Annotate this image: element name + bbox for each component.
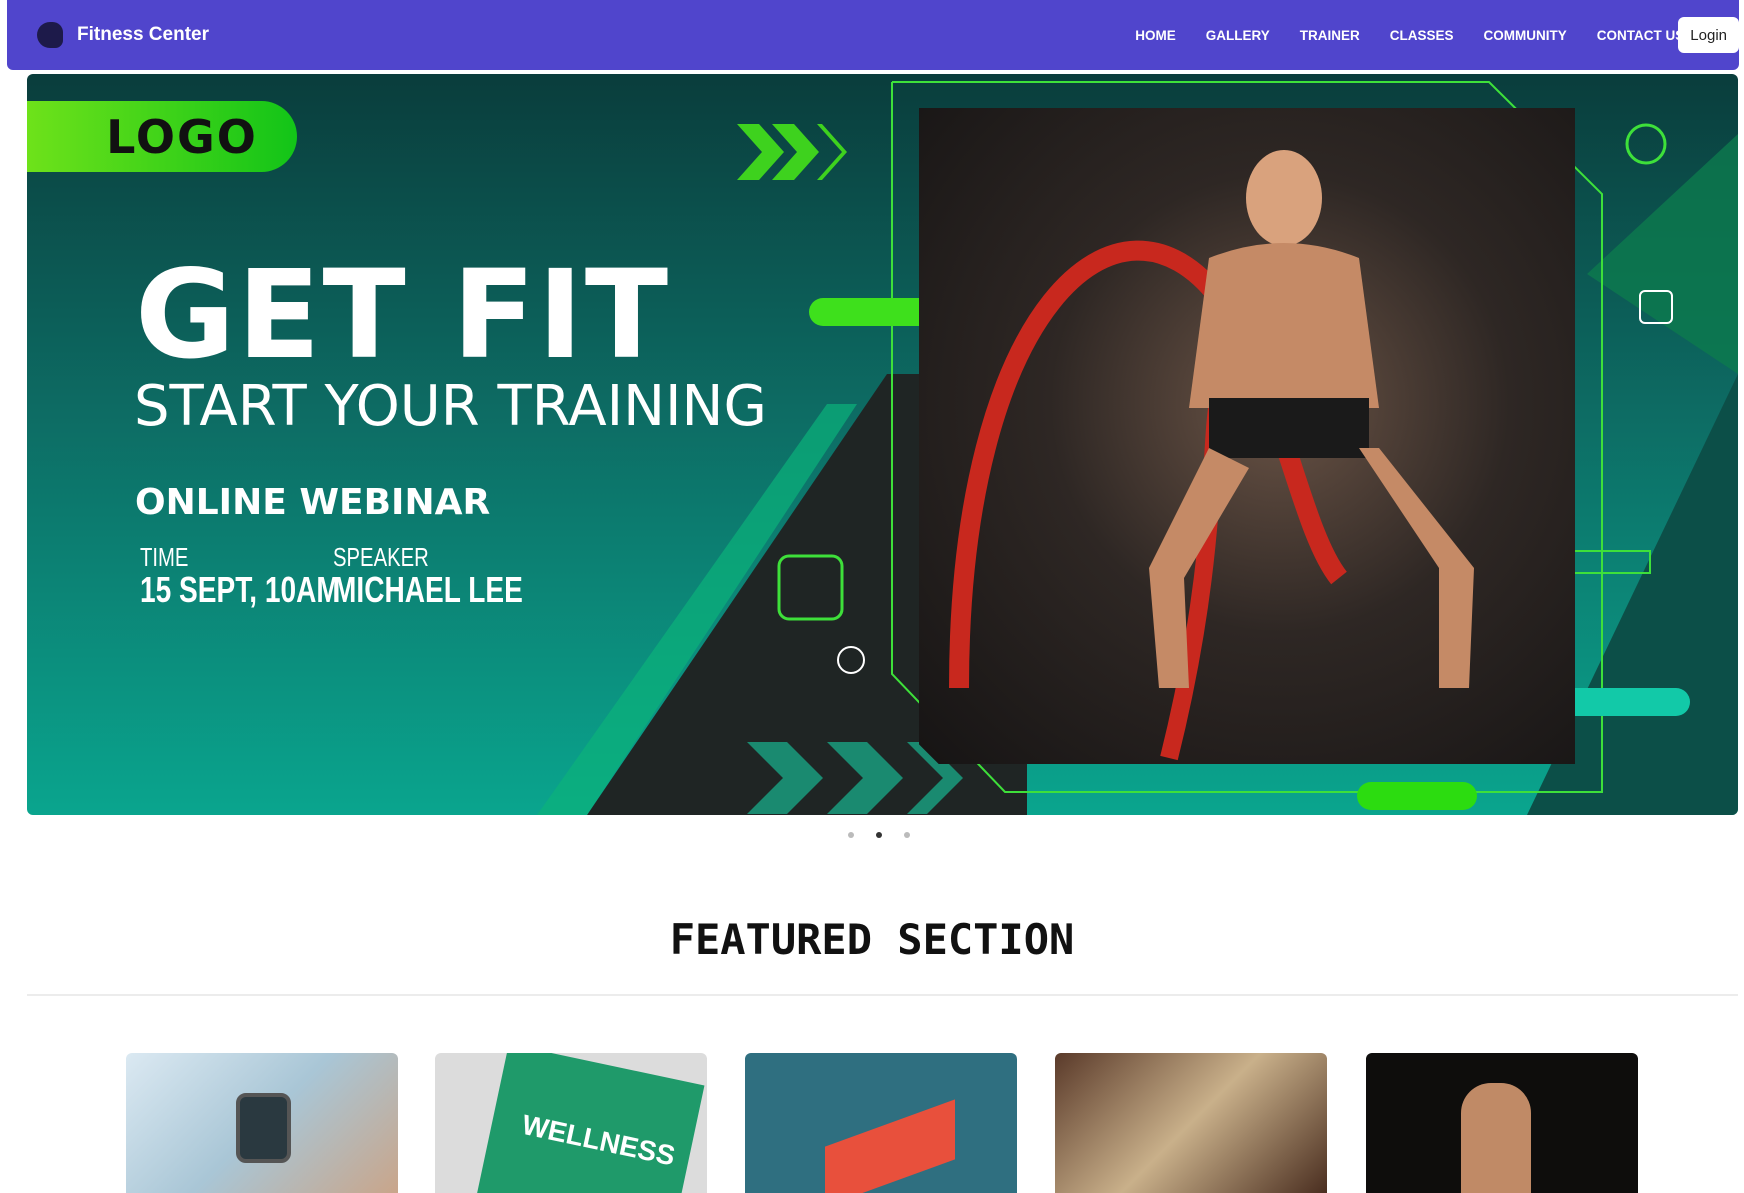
nav-contact-us[interactable]: CONTACT US <box>1597 28 1685 43</box>
nav-trainer[interactable]: TRAINER <box>1300 28 1360 43</box>
featured-card-map-planning[interactable] <box>1055 1053 1327 1193</box>
athlete-image <box>1461 1083 1531 1193</box>
section-divider <box>27 994 1738 996</box>
carousel-dot-3[interactable] <box>904 832 910 838</box>
athlete-battle-ropes-photo <box>919 108 1575 764</box>
featured-card-athlete[interactable] <box>1366 1053 1638 1193</box>
smartwatch-image <box>236 1093 291 1163</box>
nav-gallery[interactable]: GALLERY <box>1206 28 1270 43</box>
banner-event: ONLINE WEBINAR <box>135 482 491 523</box>
banner-headline: GET FIT <box>135 244 671 386</box>
nav-community[interactable]: COMMUNITY <box>1484 28 1567 43</box>
navbar: Fitness Center HOME GALLERY TRAINER CLAS… <box>7 0 1739 70</box>
muscle-logo-icon <box>37 22 63 48</box>
login-button[interactable]: Login <box>1678 17 1739 53</box>
nav-home[interactable]: HOME <box>1135 28 1176 43</box>
brand[interactable]: Fitness Center <box>37 22 209 48</box>
battle-rope-graphic <box>949 150 1474 761</box>
featured-card-smartwatch[interactable] <box>126 1053 398 1193</box>
brand-name: Fitness Center <box>77 24 209 45</box>
speaker-value: MICHAEL LEE <box>333 569 523 610</box>
nav-classes[interactable]: CLASSES <box>1390 28 1454 43</box>
hero-carousel-slide[interactable]: LOGO GET FIT START YOUR TRAINING ONLINE … <box>27 74 1738 815</box>
carousel-dot-1[interactable] <box>848 832 854 838</box>
banner-logo: LOGO <box>27 101 297 172</box>
featured-section-title: FEATURED SECTION <box>669 915 1075 964</box>
carousel-indicators <box>848 832 910 838</box>
time-value: 15 SEPT, 10AM <box>140 569 340 610</box>
banner-subheadline: START YOUR TRAINING <box>134 374 767 439</box>
nav-menu: HOME GALLERY TRAINER CLASSES COMMUNITY C… <box>1135 28 1684 43</box>
sleep-analysis-image <box>825 1099 955 1193</box>
carousel-dot-2[interactable] <box>876 832 882 838</box>
featured-card-sleep-analysis[interactable] <box>745 1053 1017 1193</box>
featured-card-wellness[interactable]: WELLNESS <box>435 1053 707 1193</box>
wellness-image: WELLNESS <box>475 1053 705 1193</box>
